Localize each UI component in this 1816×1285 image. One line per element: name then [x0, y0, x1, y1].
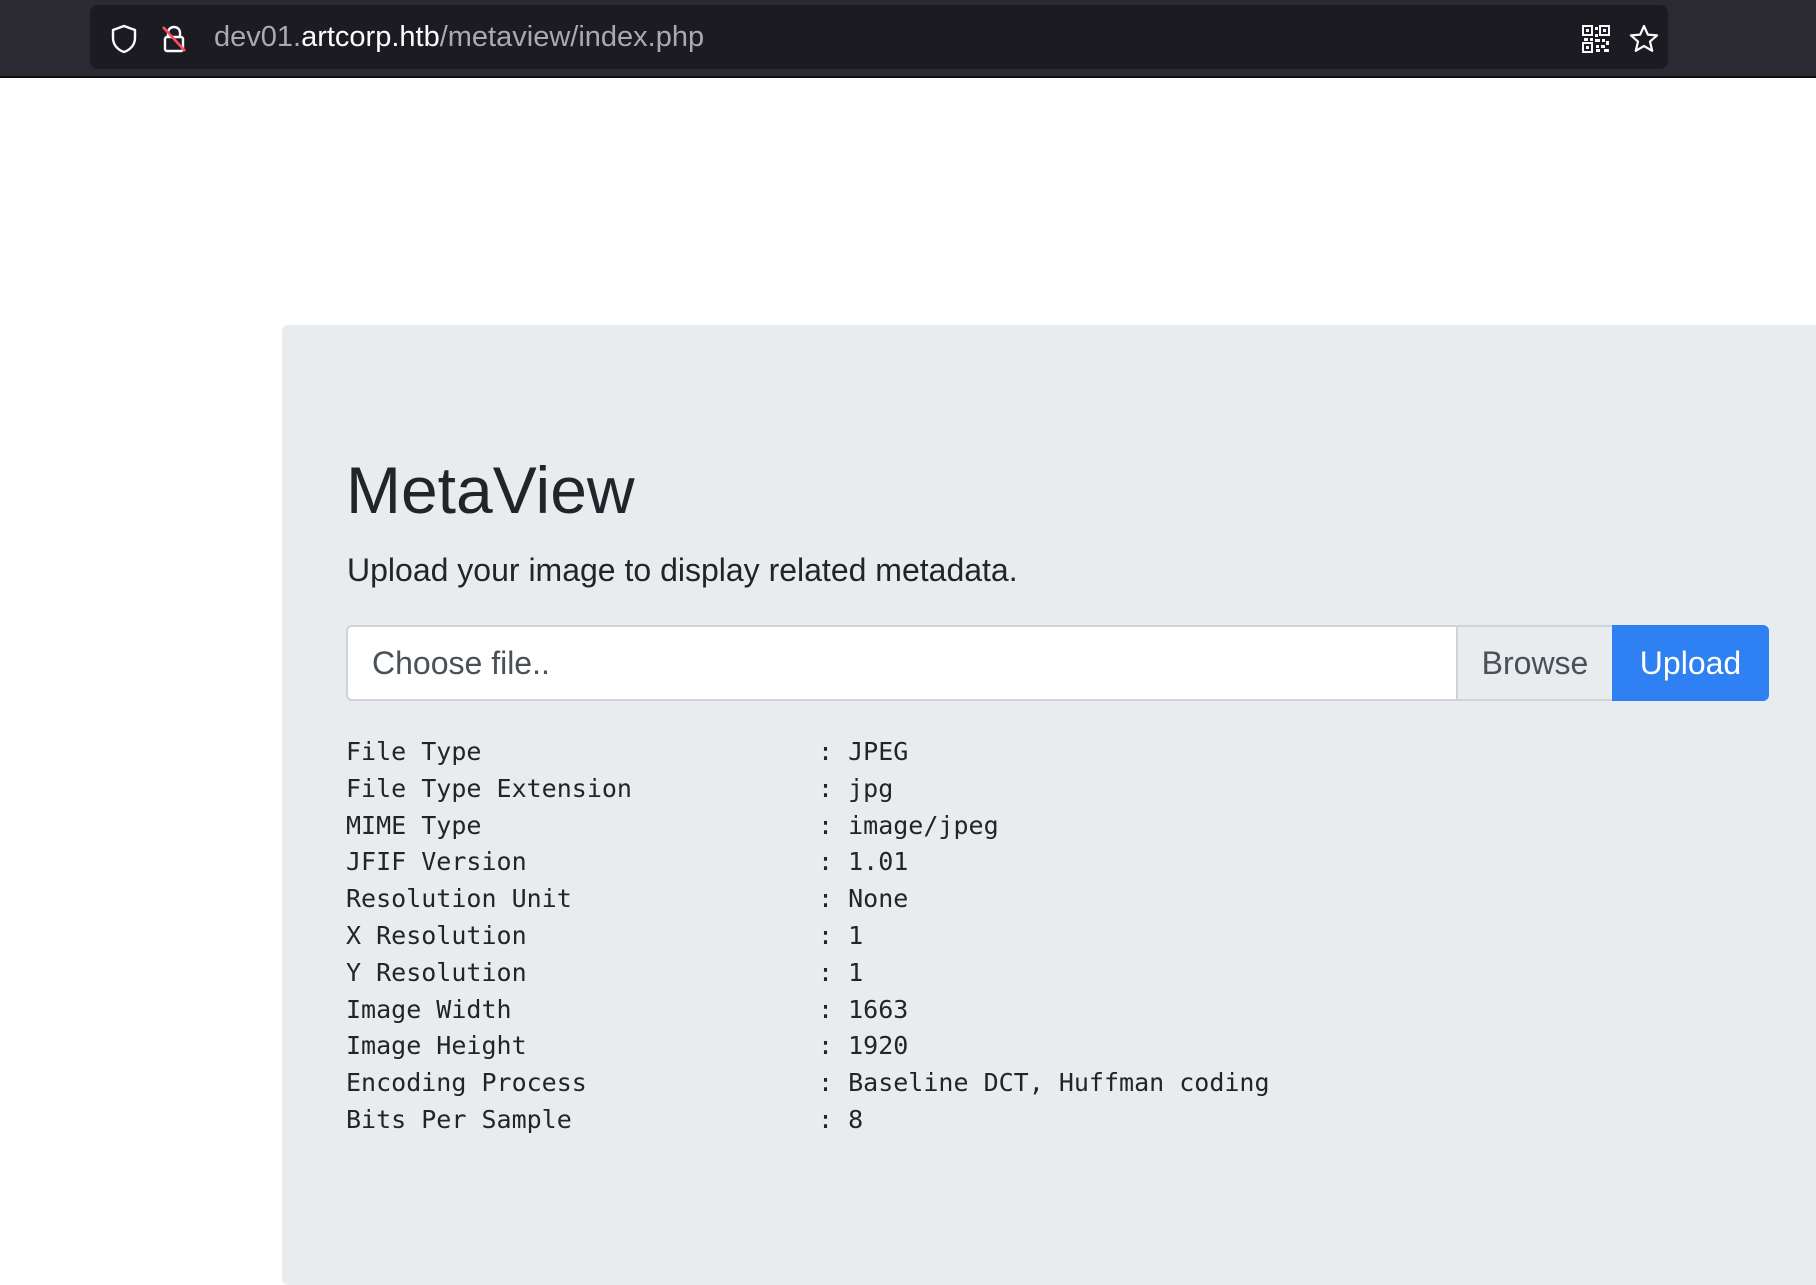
insecure-lock-icon[interactable]	[158, 23, 190, 55]
metadata-key: Resolution Unit	[346, 884, 572, 914]
metadata-key: Bits Per Sample	[346, 1104, 572, 1134]
url-prefix: dev01.	[214, 21, 302, 53]
metadata-value: : 1.01	[818, 847, 909, 877]
upload-panel: MetaView Upload your image to display re…	[282, 325, 1816, 1285]
metadata-key: File Type	[346, 737, 482, 766]
metadata-key: File Type Extension	[346, 773, 632, 803]
metadata-key: Image Width	[346, 994, 512, 1024]
metadata-key: MIME Type	[346, 810, 482, 840]
metadata-key: X Resolution	[346, 920, 527, 950]
file-placeholder: Choose file..	[372, 645, 550, 681]
browser-toolbar: dev01.artcorp.htb/metaview/index.php	[0, 0, 1816, 78]
qr-code-icon[interactable]	[1580, 23, 1612, 55]
metadata-value: : 8	[818, 1104, 864, 1134]
metadata-key: Y Resolution	[346, 957, 527, 987]
metadata-value: : jpg	[818, 773, 894, 803]
metadata-value: : None	[818, 884, 909, 914]
page-title: MetaView	[346, 453, 635, 527]
metadata-value: : 1	[818, 957, 864, 987]
metadata-value: : Baseline DCT, Huffman coding	[818, 1068, 1270, 1098]
metadata-value: : 1920	[818, 1031, 909, 1061]
upload-button[interactable]: Upload	[1612, 625, 1769, 701]
bookmark-star-icon[interactable]	[1628, 23, 1660, 55]
metadata-value: : JPEG	[818, 737, 909, 766]
page-lead: Upload your image to display related met…	[347, 552, 1018, 588]
metadata-key: Encoding Process	[346, 1068, 587, 1098]
metadata-value: : 1663	[818, 994, 909, 1024]
file-chooser-input[interactable]: Choose file..	[346, 625, 1458, 701]
metadata-key: JFIF Version	[346, 847, 527, 877]
metadata-key: Image Height	[346, 1031, 527, 1061]
metadata-value: : 1	[818, 920, 864, 950]
url-path: /metaview/index.php	[439, 21, 705, 53]
file-upload-group: Choose file.. Browse Upload	[346, 625, 1775, 701]
metadata-value: : image/jpeg	[818, 810, 999, 840]
url-text[interactable]: dev01.artcorp.htb/metaview/index.php	[214, 5, 704, 69]
browse-button[interactable]: Browse	[1456, 625, 1614, 701]
address-bar[interactable]: dev01.artcorp.htb/metaview/index.php	[90, 5, 1668, 69]
shield-icon[interactable]	[108, 23, 140, 55]
url-host: artcorp.htb	[301, 21, 440, 53]
